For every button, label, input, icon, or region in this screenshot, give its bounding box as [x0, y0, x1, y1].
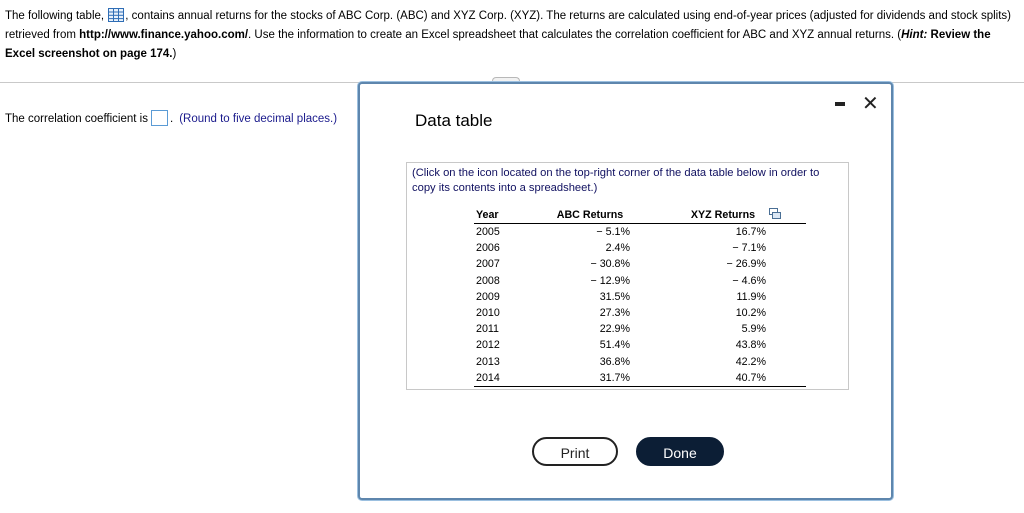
done-button[interactable]: Done	[636, 437, 724, 466]
table-row: 2006 2.4% − 7.1%	[474, 240, 806, 256]
xyz-return-cell: − 7.1%	[732, 242, 766, 255]
rounding-hint: (Round to five decimal places.)	[179, 113, 338, 125]
table-row: 2012 51.4% 43.8%	[474, 337, 806, 353]
year-cell: 2007	[476, 258, 500, 271]
xyz-return-cell: − 26.9%	[726, 258, 766, 271]
xyz-return-cell: 11.9%	[736, 290, 766, 303]
table-row: 2014 31.7% 40.7%	[474, 369, 806, 387]
abc-return-cell: − 12.9%	[590, 274, 630, 287]
column-header-year: Year	[474, 206, 540, 224]
table-header-row: Year ABC Returns XYZ Returns	[474, 206, 806, 224]
abc-return-cell: 22.9%	[599, 323, 630, 336]
abc-return-cell: 36.8%	[599, 355, 630, 368]
abc-return-cell: 31.5%	[599, 290, 630, 303]
abc-return-cell: 27.3%	[599, 307, 630, 320]
table-row: 2011 22.9% 5.9%	[474, 321, 806, 337]
table-icon[interactable]	[108, 8, 125, 22]
problem-text-part4: )	[172, 48, 177, 60]
problem-text-part3: . Use the information to create an Excel…	[248, 29, 902, 41]
table-row: 2009 31.5% 11.9%	[474, 289, 806, 305]
xyz-return-cell: 10.2%	[735, 307, 766, 320]
returns-table: Year ABC Returns XYZ Returns 2005 − 5.1% 1…	[474, 206, 806, 387]
source-url: http://www.finance.yahoo.com/	[79, 29, 249, 41]
data-table-dialog: Data table ✕ (Click on the icon located …	[358, 82, 893, 500]
answer-row: The correlation coefficient is. (Round to…	[5, 110, 337, 126]
xyz-return-cell: 42.2%	[735, 355, 766, 368]
year-cell: 2013	[476, 355, 500, 368]
problem-text-part1: The following table,	[5, 10, 108, 22]
xyz-return-cell: 43.8%	[735, 339, 766, 352]
abc-return-cell: 2.4%	[605, 242, 630, 255]
abc-return-cell: − 30.8%	[590, 258, 630, 271]
problem-statement: The following table, , contains annual r…	[5, 7, 1017, 64]
year-cell: 2009	[476, 290, 500, 303]
data-panel: (Click on the icon located on the top-ri…	[406, 162, 849, 390]
xyz-return-cell: 5.9%	[741, 323, 766, 336]
table-row: 2005 − 5.1% 16.7%	[474, 224, 806, 241]
abc-return-cell: 51.4%	[599, 339, 630, 352]
correlation-answer-input[interactable]	[150, 110, 168, 126]
xyz-return-cell: 40.7%	[640, 369, 806, 387]
year-cell: 2012	[476, 339, 500, 352]
hint-label: Hint:	[901, 29, 928, 41]
column-header-xyz: XYZ Returns	[640, 206, 806, 224]
dialog-title: Data table	[415, 111, 493, 130]
table-row: 2010 27.3% 10.2%	[474, 305, 806, 321]
year-cell: 2006	[476, 242, 500, 255]
answer-suffix: .	[169, 113, 174, 125]
close-icon[interactable]: ✕	[862, 94, 879, 114]
year-cell: 2008	[476, 274, 500, 287]
year-cell: 2010	[476, 307, 500, 320]
column-header-abc: ABC Returns	[540, 206, 640, 224]
copy-instructions: (Click on the icon located on the top-ri…	[412, 167, 820, 194]
minimize-icon[interactable]	[835, 102, 845, 106]
xyz-return-cell: 16.7%	[735, 226, 766, 239]
year-cell: 2011	[476, 323, 499, 336]
table-row: 2007 − 30.8% − 26.9%	[474, 256, 806, 272]
year-cell: 2014	[474, 369, 540, 387]
table-row: 2008 − 12.9% − 4.6%	[474, 273, 806, 289]
abc-return-cell: 31.7%	[540, 369, 640, 387]
abc-return-cell: − 5.1%	[596, 226, 630, 239]
year-cell: 2005	[476, 226, 500, 239]
table-row: 2013 36.8% 42.2%	[474, 354, 806, 370]
answer-prefix: The correlation coefficient is	[5, 113, 148, 125]
xyz-return-cell: − 4.6%	[732, 274, 766, 287]
print-button[interactable]: Print	[532, 437, 618, 466]
